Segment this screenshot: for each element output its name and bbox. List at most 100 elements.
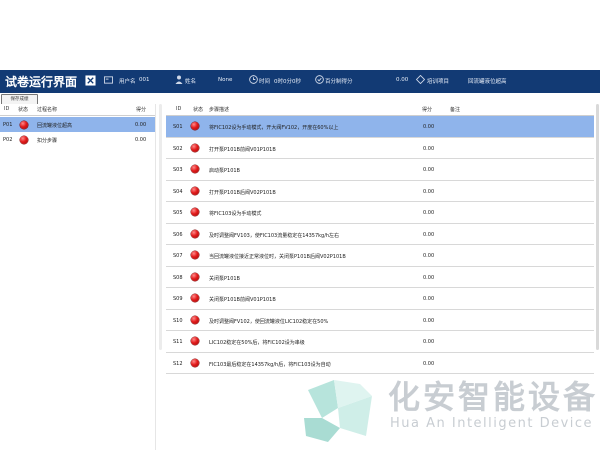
red-status-dot-icon — [191, 186, 199, 195]
step-id: S02 — [173, 145, 183, 152]
step-row[interactable]: S09 关闭泵P101B前阀V01P101B 0.00 — [166, 288, 594, 309]
step-id: S03 — [173, 167, 183, 173]
red-status-dot-icon — [191, 165, 199, 173]
steps-table: ID 状态 步骤描述 得分 备注 S01 将FIC102设为手动模式，开大阀FV1… — [166, 104, 594, 384]
step-row[interactable]: S01 将FIC102设为手动模式，开大阀FV102，开度在60%以上 0.00 — [166, 116, 594, 137]
red-status-dot-icon — [191, 272, 199, 281]
training-value: 回流罐液位超高 — [468, 79, 507, 85]
watermark-cn: 化安智能设备 — [388, 378, 599, 416]
step-description: 将FIC102设为手动模式，开大阀FV102，开度在60%以上 — [209, 125, 339, 131]
step-description: 关闭泵P101B前阀V01P101B — [209, 297, 276, 303]
clock-icon — [249, 75, 258, 84]
right-scrollbar[interactable] — [596, 104, 599, 350]
red-status-dot-icon — [20, 135, 28, 144]
process-table: ID 状态 过程名称 得分 P01 回流罐液位超高 0.00 P02 扣分步骤 … — [0, 104, 156, 450]
step-id: S12 — [173, 360, 183, 367]
step-row[interactable]: S03 启动泵P101B 0.00 — [166, 159, 594, 180]
step-row[interactable]: S02 打开泵P101B前阀V01P101B 0.00 — [166, 137, 594, 158]
step-row[interactable]: S12 FIC103最后稳定在14357kg/h后，将FIC103设为自动 0.00 — [166, 352, 594, 373]
id-card-icon — [104, 76, 113, 84]
step-row[interactable]: S11 LIC102稳定在50%后，将FIC102设为串级 0.00 — [166, 331, 594, 352]
col-header-score: 得分 — [422, 107, 433, 113]
step-score: 0.00 — [423, 145, 435, 152]
person-icon — [175, 75, 183, 84]
process-id: P01 — [3, 122, 13, 128]
step-id: S01 — [173, 124, 183, 130]
col-header-name: 过程名称 — [37, 107, 58, 113]
training-label: 培训项目 — [427, 79, 450, 85]
step-score: 0.00 — [423, 188, 435, 195]
red-status-dot-icon — [191, 229, 199, 238]
col-header-status: 状态 — [193, 107, 204, 113]
left-scrollbar[interactable] — [159, 104, 162, 350]
red-status-dot-icon — [191, 294, 199, 302]
step-score: 0.00 — [423, 210, 435, 216]
user-label: 用户名 — [119, 79, 136, 85]
step-description: 及时调整阀FV103，使FIC103流量稳定在14357kg/h左右 — [209, 232, 340, 239]
process-id: P02 — [3, 137, 13, 143]
score-value: 0.00 — [396, 77, 409, 83]
header-divider — [0, 115, 155, 116]
step-id: S11 — [173, 339, 183, 345]
step-description: 启动泵P101B — [209, 168, 240, 174]
step-score: 0.00 — [423, 317, 435, 324]
red-status-dot-icon — [191, 251, 199, 259]
step-row[interactable]: S05 将FIC103设为手动模式 0.00 — [166, 202, 594, 223]
col-header-status: 状态 — [18, 107, 29, 113]
time-label: 时间 — [259, 79, 271, 85]
red-status-dot-icon — [20, 120, 28, 129]
process-name: 回流罐液位超高 — [37, 123, 73, 129]
process-row[interactable]: P02 扣分步骤 0.00 — [0, 132, 155, 147]
step-score: 0.00 — [423, 360, 435, 367]
name-label: 姓名 — [185, 79, 197, 85]
process-score: 0.00 — [135, 122, 147, 128]
step-score: 0.00 — [423, 231, 435, 238]
col-header-id: ID — [4, 106, 10, 112]
step-description: 将FIC103设为手动模式 — [209, 211, 262, 217]
process-score: 0.00 — [135, 137, 147, 143]
score-icon — [315, 75, 324, 84]
step-description: 关闭泵P101B — [209, 275, 240, 282]
red-status-dot-icon — [191, 208, 199, 216]
step-description: 及时调整阀FV102，使回流罐液位LIC102稳定在50% — [209, 318, 329, 325]
step-score: 0.00 — [423, 296, 435, 302]
time-value: 0时0分0秒 — [274, 79, 301, 85]
step-id: S07 — [173, 253, 183, 259]
step-id: S10 — [173, 317, 183, 324]
red-status-dot-icon — [191, 143, 199, 152]
step-score: 0.00 — [423, 167, 435, 173]
step-score: 0.00 — [423, 124, 435, 130]
col-header-desc: 步骤描述 — [209, 107, 230, 113]
step-description: FIC103最后稳定在14357kg/h后，将FIC103设为自动 — [209, 361, 331, 368]
exit-icon[interactable] — [85, 75, 96, 86]
step-row[interactable]: S07 当回流罐液位接近正常液位时，关闭泵P101B后阀V02P101B 0.00 — [166, 245, 594, 266]
step-score: 0.00 — [423, 274, 435, 281]
step-description: 打开泵P101B前阀V01P101B — [209, 146, 276, 153]
red-status-dot-icon — [191, 315, 199, 324]
red-status-dot-icon — [191, 337, 199, 345]
process-row[interactable]: P01 回流罐液位超高 0.00 — [0, 117, 155, 132]
step-description: 打开泵P101B后阀V02P101B — [209, 189, 276, 196]
step-row[interactable]: S04 打开泵P101B后阀V02P101B 0.00 — [166, 180, 594, 201]
watermark: 化安智能设备 Hua An Intelligent Device — [300, 372, 600, 450]
name-value: None — [218, 77, 233, 83]
step-row[interactable]: S10 及时调整阀FV102，使回流罐液位LIC102稳定在50% 0.00 — [166, 309, 594, 330]
step-row[interactable]: S06 及时调整阀FV103，使FIC103流量稳定在14357kg/h左右 0.0… — [166, 223, 594, 244]
step-id: S09 — [173, 296, 183, 302]
step-row[interactable]: S08 关闭泵P101B 0.00 — [166, 266, 594, 287]
step-description: LIC102稳定在50%后，将FIC102设为串级 — [209, 340, 305, 346]
huaan-logo-icon — [304, 380, 372, 442]
page-title: 试卷运行界面 — [5, 75, 78, 89]
step-score: 0.00 — [423, 253, 435, 259]
col-header-id: ID — [176, 106, 182, 112]
red-status-dot-icon — [191, 358, 199, 367]
col-header-note: 备注 — [450, 107, 461, 113]
watermark-en: Hua An Intelligent Device — [390, 416, 594, 431]
red-status-dot-icon — [191, 122, 199, 130]
process-name: 扣分步骤 — [37, 138, 58, 144]
user-value: 001 — [139, 77, 150, 83]
step-id: S05 — [173, 210, 183, 216]
step-id: S04 — [173, 188, 183, 195]
step-id: S08 — [173, 274, 183, 281]
step-id: S06 — [173, 231, 183, 238]
